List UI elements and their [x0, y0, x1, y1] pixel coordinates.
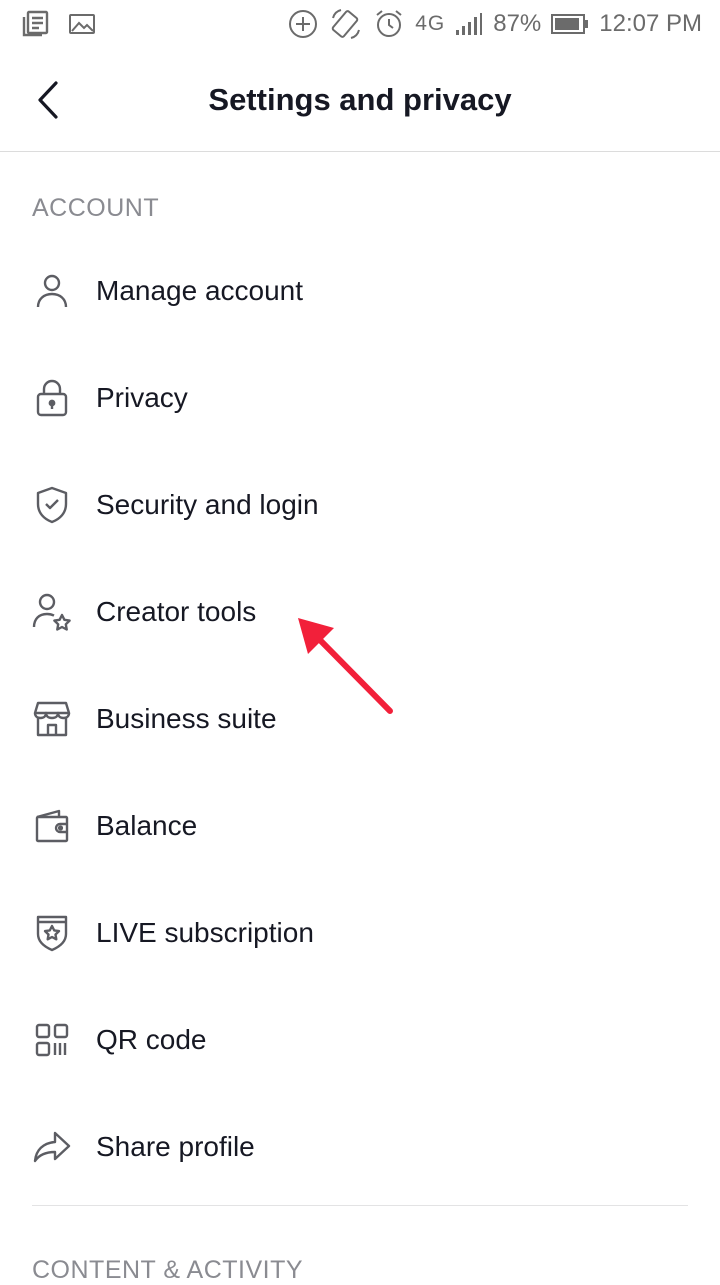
share-arrow-icon	[32, 1127, 72, 1167]
menu-item-label: Share profile	[96, 1130, 255, 1162]
person-star-icon	[32, 592, 72, 632]
network-type: 4G	[415, 12, 446, 35]
menu-item-label: Business suite	[96, 702, 277, 734]
section-header-account: ACCOUNT	[32, 194, 160, 222]
rotate-icon	[329, 8, 363, 40]
person-icon	[32, 271, 72, 311]
menu-item-label: Manage account	[96, 274, 304, 306]
page-title: Settings and privacy	[208, 82, 512, 117]
wallet-icon	[32, 806, 72, 846]
qr-code-icon	[32, 1020, 72, 1060]
section-header-content-activity: CONTENT & ACTIVITY	[32, 1256, 304, 1284]
menu-item-live-subscription[interactable]: LIVE subscription	[0, 879, 720, 986]
storefront-icon	[32, 699, 72, 739]
menu-item-label: Security and login	[96, 488, 319, 520]
menu-item-qr-code[interactable]: QR code	[0, 986, 720, 1093]
section-divider	[32, 1205, 688, 1206]
battery-icon	[551, 12, 589, 36]
menu-item-share-profile[interactable]: Share profile	[0, 1093, 720, 1200]
shield-star-icon	[32, 913, 72, 953]
header: Settings and privacy	[0, 48, 720, 152]
menu-item-privacy[interactable]: Privacy	[0, 344, 720, 451]
image-notification-icon	[68, 11, 96, 37]
menu-item-security-and-login[interactable]: Security and login	[0, 451, 720, 558]
status-bar-right: 4G 87% 12:07 PM	[287, 8, 702, 40]
lock-icon	[32, 378, 72, 418]
status-bar-left	[20, 9, 96, 39]
clock: 12:07 PM	[599, 10, 702, 37]
news-notification-icon	[20, 9, 50, 39]
battery-percent: 87%	[493, 10, 542, 37]
annotation-arrow	[298, 618, 393, 714]
menu-item-manage-account[interactable]: Manage account	[0, 237, 720, 344]
status-bar: 4G 87% 12:07 PM	[0, 0, 720, 48]
menu-item-label: QR code	[96, 1023, 207, 1055]
menu-item-balance[interactable]: Balance	[0, 772, 720, 879]
signal-icon	[455, 12, 483, 36]
menu-item-label: Balance	[96, 809, 198, 841]
alarm-icon	[373, 8, 405, 40]
menu-item-label: Privacy	[96, 381, 188, 413]
menu-item-label: Creator tools	[96, 595, 257, 627]
shield-check-icon	[32, 485, 72, 525]
menu-item-label: LIVE subscription	[96, 916, 314, 948]
data-saver-icon	[287, 8, 319, 40]
